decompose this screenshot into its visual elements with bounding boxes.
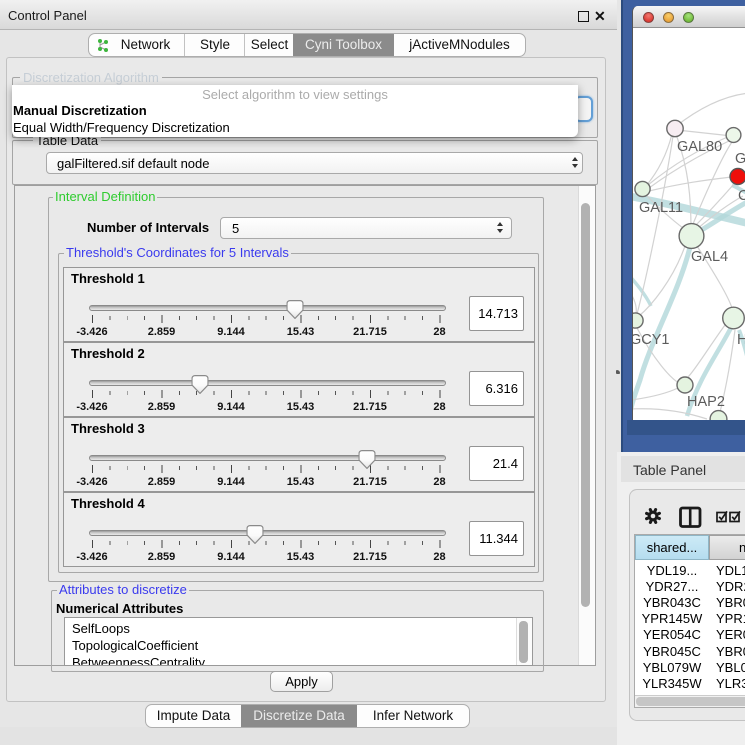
svg-text:HAP2: HAP2 — [687, 394, 725, 410]
svg-text:GCY1: GCY1 — [633, 332, 670, 348]
svg-text:GAL11: GAL11 — [639, 200, 683, 216]
svg-text:GAL4: GAL4 — [691, 249, 728, 265]
svg-text:C: C — [738, 188, 745, 204]
svg-text:GAL80: GAL80 — [677, 139, 722, 155]
svg-text:GA: GA — [735, 151, 745, 167]
svg-text:H: H — [737, 332, 745, 348]
